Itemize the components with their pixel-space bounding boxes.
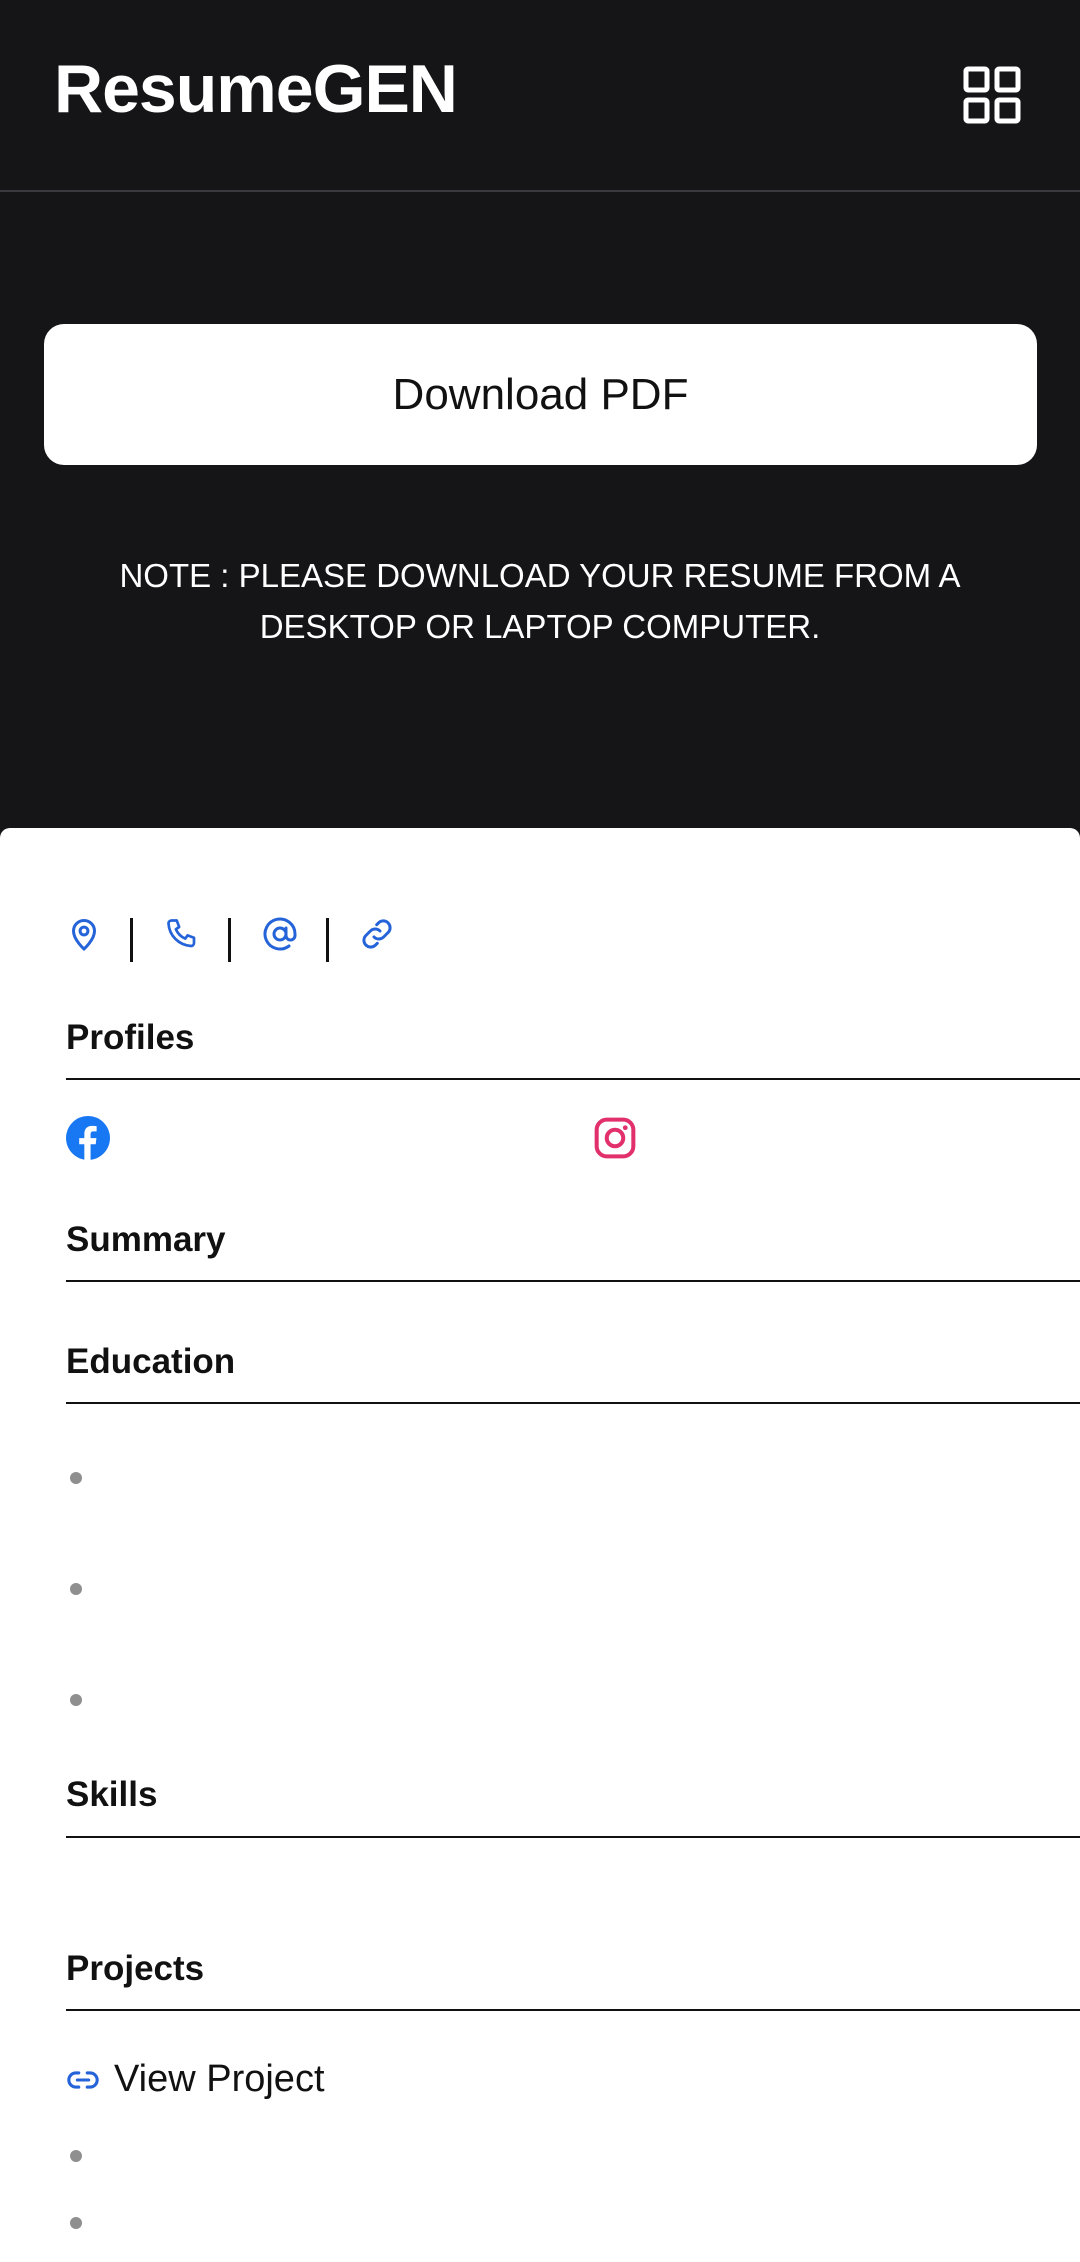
- at-sign-icon[interactable]: [262, 916, 298, 952]
- list-bullet: [70, 2217, 82, 2229]
- facebook-icon[interactable]: [66, 1116, 110, 1160]
- projects-heading: Projects: [66, 1949, 205, 1988]
- section-divider: [66, 1402, 1080, 1404]
- section-divider: [66, 1078, 1080, 1080]
- view-project-link[interactable]: View Project: [66, 2058, 325, 2101]
- contact-divider: [326, 918, 329, 962]
- app-header: ResumeGEN: [0, 0, 1080, 192]
- instagram-icon[interactable]: [593, 1116, 637, 1160]
- list-bullet: [70, 2150, 82, 2162]
- desktop-download-note: NOTE : PLEASE DOWNLOAD YOUR RESUME FROM …: [119, 557, 961, 645]
- section-divider: [66, 1836, 1080, 1838]
- grid-icon: [963, 66, 1021, 124]
- profiles-heading: Profiles: [66, 1018, 195, 1057]
- phone-icon[interactable]: [164, 916, 200, 952]
- location-pin-icon[interactable]: [66, 916, 102, 952]
- skills-heading: Skills: [66, 1775, 158, 1814]
- link-icon: [67, 2070, 99, 2089]
- section-divider: [66, 2009, 1080, 2011]
- section-divider: [66, 1280, 1080, 1282]
- contact-divider: [228, 918, 231, 962]
- summary-heading: Summary: [66, 1220, 226, 1259]
- contact-divider: [130, 918, 133, 962]
- view-project-label: View Project: [114, 2058, 325, 2100]
- download-pdf-button[interactable]: Download PDF: [44, 324, 1037, 465]
- list-bullet: [70, 1694, 82, 1706]
- app-title: ResumeGEN: [54, 51, 458, 127]
- grid-menu-button[interactable]: [963, 66, 1021, 124]
- link-icon[interactable]: [359, 916, 395, 952]
- list-bullet: [70, 1472, 82, 1484]
- list-bullet: [70, 1583, 82, 1595]
- education-heading: Education: [66, 1342, 236, 1381]
